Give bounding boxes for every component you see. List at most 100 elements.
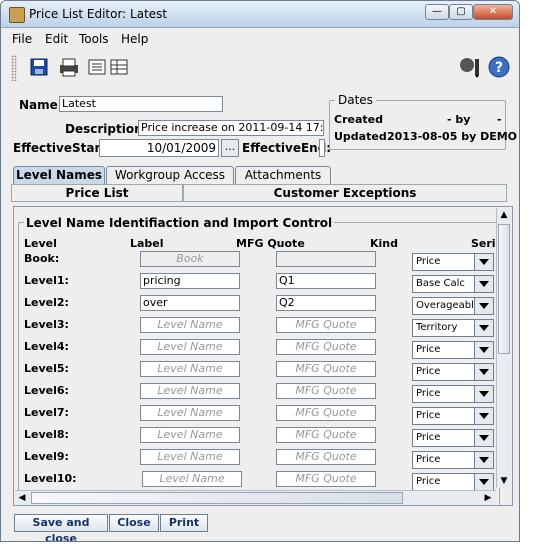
save-and-close-button[interactable]: Save and close (14, 514, 108, 541)
section-title: Level Name Identifiaction and Import Con… (24, 216, 335, 230)
print-button[interactable]: Print (160, 514, 208, 532)
kind-value: Price (416, 432, 441, 443)
kind-dropdown[interactable]: Territory (412, 319, 494, 337)
level-row-label: Level1: (24, 274, 69, 287)
tab-customer-exceptions[interactable]: Customer Exceptions (183, 184, 507, 202)
kind-dropdown[interactable]: Overageable (412, 297, 494, 315)
chevron-down-icon[interactable] (474, 276, 493, 292)
menu-tools[interactable]: Tools (79, 32, 109, 46)
grid-view-icon[interactable] (107, 55, 131, 79)
chevron-down-icon[interactable] (474, 342, 493, 358)
scroll-up-icon[interactable]: ▲ (497, 208, 511, 222)
updated-value: 2013-08-05 by DEMO (387, 130, 518, 143)
mfg-quote-input[interactable]: Q2 (276, 295, 376, 311)
tab-price-list[interactable]: Price List (11, 184, 183, 202)
menu-file[interactable]: File (12, 32, 32, 46)
mfg-quote-input[interactable]: MFG Quote (276, 339, 376, 355)
level-label-input[interactable]: Book (140, 251, 240, 267)
level-row-label: Level4: (24, 340, 69, 353)
kind-dropdown[interactable]: Price (412, 363, 494, 381)
chevron-down-icon[interactable] (474, 298, 493, 314)
mfg-quote-input[interactable] (276, 251, 376, 267)
chevron-down-icon[interactable] (474, 430, 493, 446)
chevron-down-icon[interactable] (474, 386, 493, 402)
scroll-down-icon[interactable]: ▼ (497, 474, 511, 488)
price-list-editor-window: Price List Editor: Latest — ▢ ✕ File Edi… (0, 0, 520, 542)
toolbar: ? (9, 53, 515, 85)
mfg-quote-input[interactable]: MFG Quote (276, 383, 376, 399)
level-label-input[interactable]: Level Name (140, 361, 240, 377)
level-label-input[interactable]: Level Name (140, 405, 240, 421)
kind-dropdown[interactable]: Price (412, 407, 494, 425)
level-label-input[interactable]: Level Name (140, 339, 240, 355)
created-value: - by (447, 113, 471, 126)
description-input[interactable]: Price increase on 2011-09-14 17:02:16 (138, 120, 324, 136)
effective-start-input[interactable]: 10/01/2009 (99, 139, 219, 157)
level-label-input[interactable]: Level Name (140, 427, 240, 443)
chevron-down-icon[interactable] (474, 474, 493, 490)
kind-dropdown[interactable]: Price (412, 451, 494, 469)
level-label-input[interactable]: Level Name (140, 317, 240, 333)
mfg-quote-input[interactable]: MFG Quote (276, 449, 376, 465)
user-help-icon[interactable] (455, 55, 485, 79)
effective-end-input[interactable] (319, 139, 325, 157)
window-title: Price List Editor: Latest (29, 7, 168, 21)
chevron-down-icon[interactable] (474, 254, 493, 270)
menu-help[interactable]: Help (121, 32, 148, 46)
help-icon[interactable]: ? (487, 55, 511, 79)
tab-level-names[interactable]: Level Names (13, 166, 105, 184)
print-icon[interactable] (57, 55, 81, 79)
level-label-input[interactable]: over (140, 295, 240, 311)
level-label-input[interactable]: Level Name (140, 449, 240, 465)
svg-text:?: ? (495, 60, 503, 76)
level-row-label: Level2: (24, 296, 69, 309)
chevron-down-icon[interactable] (474, 408, 493, 424)
chevron-down-icon[interactable] (474, 364, 493, 380)
scroll-right-icon[interactable]: ▶ (481, 491, 495, 505)
col-mfg-header: MFG Quote (236, 237, 305, 250)
level-label-input[interactable]: Level Name (140, 383, 240, 399)
kind-dropdown[interactable]: Price (412, 473, 494, 491)
list-view-icon[interactable] (85, 55, 109, 79)
kind-value: Overageable (416, 300, 481, 311)
kind-value: Price (416, 256, 441, 267)
chevron-down-icon[interactable] (474, 320, 493, 336)
tab-attachments[interactable]: Attachments (235, 166, 331, 184)
kind-dropdown[interactable]: Price (412, 341, 494, 359)
level-label-input[interactable]: Level Name (142, 471, 242, 487)
col-series-header: Seri (471, 237, 496, 250)
menu-edit[interactable]: Edit (45, 32, 68, 46)
mfg-quote-input[interactable]: MFG Quote (276, 405, 376, 421)
kind-dropdown[interactable]: Price (412, 385, 494, 403)
mfg-quote-input[interactable]: MFG Quote (276, 427, 376, 443)
vertical-scrollbar[interactable]: ▲ ▼ (496, 208, 511, 488)
name-input[interactable]: Latest (59, 96, 223, 112)
close-window-button[interactable]: ✕ (473, 4, 513, 20)
horizontal-scrollbar[interactable]: ◀ ▶ (15, 490, 496, 505)
save-icon[interactable] (27, 55, 51, 79)
minimize-button[interactable]: — (425, 4, 449, 20)
level-row-label: Level3: (24, 318, 69, 331)
date-picker-button[interactable]: ... (221, 139, 239, 157)
scroll-left-icon[interactable]: ◀ (15, 491, 29, 505)
horizontal-scroll-thumb[interactable] (31, 492, 403, 504)
updated-label: Updated (334, 130, 387, 143)
mfg-quote-input[interactable]: MFG Quote (276, 317, 376, 333)
close-button[interactable]: Close (109, 514, 159, 532)
kind-dropdown[interactable]: Price (412, 253, 494, 271)
mfg-quote-input[interactable]: MFG Quote (276, 471, 376, 487)
mfg-quote-input[interactable]: Q1 (276, 273, 376, 289)
vertical-scroll-thumb[interactable] (498, 224, 510, 354)
col-label-header: Label (130, 237, 164, 250)
description-label: Description: (65, 122, 148, 136)
chevron-down-icon[interactable] (474, 452, 493, 468)
level-names-panel: Level Name Identifiaction and Import Con… (13, 206, 513, 506)
level-label-input[interactable]: pricing (140, 273, 240, 289)
tab-workgroup-access[interactable]: Workgroup Access (106, 166, 234, 184)
mfg-quote-input[interactable]: MFG Quote (276, 361, 376, 377)
toolbar-grip[interactable] (11, 55, 17, 81)
kind-dropdown[interactable]: Price (412, 429, 494, 447)
kind-dropdown[interactable]: Base Calc (412, 275, 494, 293)
kind-value: Price (416, 344, 441, 355)
maximize-button[interactable]: ▢ (449, 4, 473, 20)
